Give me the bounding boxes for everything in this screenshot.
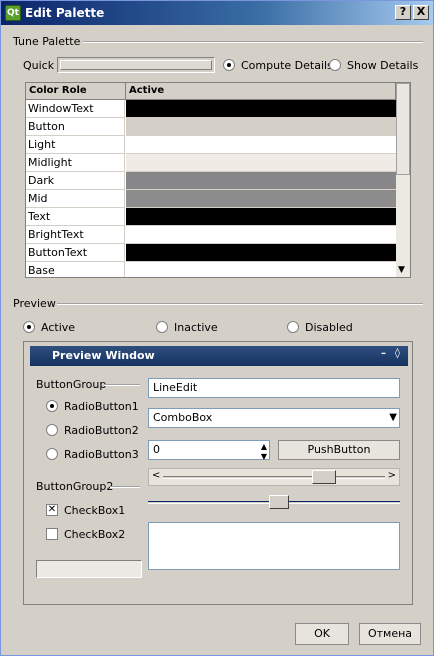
preview-frame: Preview Window – ◊ ButtonGroup RadioButt…	[23, 341, 413, 605]
table-vertical-scrollbar[interactable]: ▼	[396, 83, 410, 277]
radiobutton1-label: RadioButton1	[64, 400, 139, 413]
show-details-radio[interactable]	[329, 59, 341, 71]
buttongroup-divider	[104, 384, 140, 386]
table-row[interactable]: Mid	[26, 190, 396, 208]
window-title: Edit Palette	[25, 6, 105, 20]
radiobutton3-label: RadioButton3	[64, 448, 139, 461]
checkbox2-label: CheckBox2	[64, 528, 126, 541]
preview-window-titlebar[interactable]: Preview Window – ◊	[30, 346, 408, 366]
minimize-icon[interactable]: –	[381, 348, 386, 359]
preview-inactive-label: Inactive	[174, 321, 218, 334]
header-active[interactable]: Active	[126, 83, 396, 100]
color-swatch-cell[interactable]	[126, 244, 396, 262]
combobox-value: ComboBox	[153, 411, 213, 424]
radiobutton2-label: RadioButton2	[64, 424, 139, 437]
preview-divider	[57, 303, 423, 305]
color-swatch-cell[interactable]	[126, 226, 396, 244]
buttongroup2-label: ButtonGroup2	[36, 480, 114, 493]
tune-palette-label: Tune Palette	[13, 35, 81, 48]
color-swatch-cell[interactable]	[126, 208, 396, 226]
hscroll-track	[163, 476, 385, 479]
compute-details-label: Compute Details	[241, 59, 333, 72]
ok-button[interactable]: OK	[295, 623, 349, 645]
slider-handle[interactable]	[268, 495, 289, 509]
preview-disabled-label: Disabled	[305, 321, 353, 334]
preview-text-area[interactable]	[148, 522, 400, 570]
color-role-cell: Base	[26, 262, 125, 277]
table-row[interactable]: Button	[26, 118, 396, 136]
push-button[interactable]: PushButton	[278, 440, 400, 460]
radiobutton2-radio[interactable]	[46, 424, 58, 436]
checkbox1-label: CheckBox1	[64, 504, 126, 517]
qt-app-icon: Qt	[5, 5, 21, 21]
table-scroll-thumb[interactable]	[396, 83, 410, 175]
color-role-cell: Text	[26, 208, 125, 226]
close-button[interactable]: X	[413, 5, 429, 20]
tune-palette-divider	[83, 41, 423, 43]
color-swatch-cell[interactable]	[126, 118, 396, 136]
compute-details-radio[interactable]	[223, 59, 235, 71]
color-role-cell: ButtonText	[26, 244, 125, 262]
color-role-cell: Button	[26, 118, 125, 136]
color-role-cell: BrightText	[26, 226, 125, 244]
checkbox2-box[interactable]	[46, 528, 58, 540]
color-swatch-cell[interactable]	[126, 262, 396, 277]
spinbox-field[interactable]: 0 ▲ ▼	[148, 440, 270, 461]
radiobutton1-radio[interactable]	[46, 400, 58, 412]
table-row[interactable]: Dark	[26, 172, 396, 190]
quick-color-swatch	[60, 60, 212, 70]
color-role-cell: Mid	[26, 190, 125, 208]
help-button[interactable]: ?	[395, 5, 411, 20]
color-role-table[interactable]: Color Role Active WindowText Button Ligh…	[25, 82, 411, 278]
combobox-field[interactable]: ComboBox ▼	[148, 408, 400, 428]
restore-icon[interactable]: ◊	[395, 348, 400, 359]
cancel-button[interactable]: Отмена	[359, 623, 421, 645]
chevron-down-icon[interactable]: ▼	[389, 409, 397, 427]
scroll-right-arrow-icon[interactable]: >	[388, 470, 396, 481]
table-row[interactable]: Text	[26, 208, 396, 226]
checkbox1-box[interactable]: ✕	[46, 504, 58, 516]
quick-label: Quick	[23, 59, 55, 72]
color-role-cell: Midlight	[26, 154, 125, 172]
header-color-role[interactable]: Color Role	[26, 83, 126, 100]
spin-down-icon[interactable]: ▼	[261, 448, 267, 466]
color-role-cell: WindowText	[26, 100, 125, 118]
preview-label: Preview	[13, 297, 56, 310]
quick-color-button[interactable]	[57, 57, 215, 73]
preview-disabled-radio[interactable]	[287, 321, 299, 333]
color-swatch-cell[interactable]	[126, 100, 396, 118]
preview-active-radio[interactable]	[23, 321, 35, 333]
color-swatch-cell[interactable]	[126, 154, 396, 172]
preview-window-title: Preview Window	[52, 349, 155, 362]
edit-palette-dialog: Qt Edit Palette ? X Tune Palette Quick C…	[0, 0, 434, 656]
table-row[interactable]: WindowText	[26, 100, 396, 118]
table-row[interactable]: Base	[26, 262, 396, 277]
table-row[interactable]: BrightText	[26, 226, 396, 244]
color-swatch-cell[interactable]	[126, 190, 396, 208]
color-role-cell: Light	[26, 136, 125, 154]
preview-horizontal-scrollbar[interactable]: < >	[148, 468, 400, 486]
color-swatch-cell[interactable]	[126, 136, 396, 154]
lineedit-field[interactable]: LineEdit	[148, 378, 400, 398]
title-bar[interactable]: Qt Edit Palette ? X	[1, 1, 433, 25]
scroll-left-arrow-icon[interactable]: <	[152, 470, 160, 481]
preview-active-label: Active	[41, 321, 76, 334]
table-row[interactable]: Light	[26, 136, 396, 154]
buttongroup2-divider	[110, 486, 140, 488]
scroll-down-arrow-icon[interactable]: ▼	[398, 265, 405, 275]
hscroll-thumb[interactable]	[311, 470, 336, 484]
preview-slider[interactable]	[148, 494, 400, 512]
show-details-label: Show Details	[347, 59, 419, 72]
preview-progress-area	[36, 560, 142, 578]
table-row[interactable]: ButtonText	[26, 244, 396, 262]
color-role-cell: Dark	[26, 172, 125, 190]
spinbox-value: 0	[153, 443, 160, 456]
table-row[interactable]: Midlight	[26, 154, 396, 172]
color-swatch-cell[interactable]	[126, 172, 396, 190]
radiobutton3-radio[interactable]	[46, 448, 58, 460]
preview-inactive-radio[interactable]	[156, 321, 168, 333]
buttongroup-label: ButtonGroup	[36, 378, 107, 391]
